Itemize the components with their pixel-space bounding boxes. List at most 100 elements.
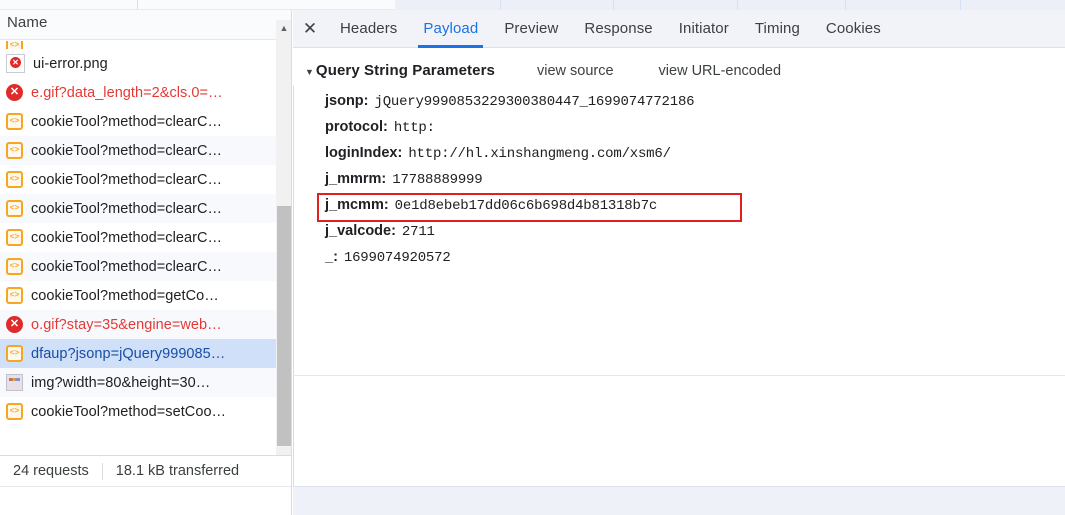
request-name: cookieTool?method=clearC…: [31, 258, 223, 275]
parameter-name: jsonp:: [325, 93, 369, 109]
script-file-icon: <>: [6, 403, 23, 420]
tab-group: Headers Payload Preview Response Initiator Ti…: [327, 10, 894, 48]
query-string-section-header[interactable]: ▼ Query String Parameters view source vi…: [293, 62, 1065, 86]
parameter-name: j_valcode:: [325, 223, 396, 239]
detail-tab-bar: ✕ Headers Payload Preview Response Initiator…: [293, 10, 1065, 48]
request-list-panel: Name <> ✕ ui-error.png ✕ e.gif?data_length=2…: [0, 10, 292, 515]
request-name: cookieTool?method=clearC…: [31, 142, 223, 159]
error-icon: ✕: [6, 84, 23, 101]
parameter-value: 0e1d8ebeb17dd06c6b698d4b81318b7c: [394, 198, 658, 214]
request-list-scrollbar[interactable]: ▲ ▼: [276, 20, 291, 469]
column-divider[interactable]: [737, 0, 738, 10]
script-file-icon: <>: [6, 171, 23, 188]
request-list-item[interactable]: <>: [0, 41, 276, 49]
view-url-encoded-link[interactable]: view URL-encoded: [659, 63, 782, 79]
request-list-item[interactable]: ✕ e.gif?data_length=2&cls.0=…: [0, 78, 276, 107]
request-list-item[interactable]: <> cookieTool?method=clearC…: [0, 165, 276, 194]
request-name: o.gif?stay=35&engine=web…: [31, 316, 222, 333]
column-divider[interactable]: [960, 0, 961, 10]
column-divider-strip: [0, 0, 1065, 10]
column-divider[interactable]: [137, 0, 138, 10]
request-list-item[interactable]: <> cookieTool?method=clearC…: [0, 136, 276, 165]
query-parameter-row[interactable]: j_valcode: 2711: [325, 223, 1065, 249]
request-name: dfaup?jsonp=jQuery999085…: [31, 345, 226, 362]
parameter-value: jQuery9990853229300380447_1699074772186: [374, 94, 695, 110]
payload-body: ▼ Query String Parameters view source vi…: [293, 48, 1065, 515]
script-file-icon: <>: [6, 41, 23, 49]
request-list[interactable]: <> ✕ ui-error.png ✕ e.gif?data_length=2&cls.…: [0, 41, 276, 465]
parameter-name: _:: [325, 249, 338, 265]
request-list-item[interactable]: <> cookieTool?method=setCoo…: [0, 397, 276, 426]
close-icon[interactable]: ✕: [293, 10, 327, 48]
parameter-name: j_mmrm:: [325, 171, 387, 187]
tab-initiator[interactable]: Initiator: [666, 10, 742, 48]
script-file-icon: <>: [6, 113, 23, 130]
column-divider[interactable]: [845, 0, 846, 10]
request-list-item[interactable]: <> cookieTool?method=clearC…: [0, 252, 276, 281]
query-parameter-row[interactable]: protocol: http:: [325, 119, 1065, 145]
request-list-item[interactable]: ✕ o.gif?stay=35&engine=web…: [0, 310, 276, 339]
script-file-icon: <>: [6, 142, 23, 159]
column-divider[interactable]: [613, 0, 614, 10]
request-list-item[interactable]: <> cookieTool?method=clearC…: [0, 107, 276, 136]
request-detail-panel: ✕ Headers Payload Preview Response Initiator…: [293, 10, 1065, 515]
request-name: e.gif?data_length=2&cls.0=…: [31, 84, 223, 101]
image-thumb: [9, 378, 20, 381]
request-name: cookieTool?method=setCoo…: [31, 403, 227, 420]
error-icon: ✕: [6, 316, 23, 333]
request-name: cookieTool?method=clearC…: [31, 171, 223, 188]
error-dot: ✕: [10, 57, 21, 68]
error-icon: ✕: [6, 54, 25, 73]
query-parameter-row[interactable]: j_mcmm: 0e1d8ebeb17dd06c6b698d4b81318b7c: [317, 193, 1065, 223]
section-title: Query String Parameters: [315, 62, 495, 79]
request-list-item[interactable]: img?width=80&height=30…: [0, 368, 276, 397]
devtools-network-panel: Name <> ✕ ui-error.png ✕ e.gif?data_length=2…: [0, 0, 1065, 515]
request-list-item[interactable]: <> cookieTool?method=clearC…: [0, 223, 276, 252]
tab-timing[interactable]: Timing: [742, 10, 813, 48]
request-count: 24 requests: [13, 463, 89, 479]
parameter-value: http://hl.xinshangmeng.com/xsm6/: [408, 146, 671, 162]
tab-preview[interactable]: Preview: [491, 10, 571, 48]
column-divider[interactable]: [500, 0, 501, 10]
query-parameter-row[interactable]: loginIndex: http://hl.xinshangmeng.com/xs…: [325, 145, 1065, 171]
script-file-icon: <>: [6, 345, 23, 362]
left-panel-footer: [0, 486, 291, 515]
network-status-bar: 24 requests 18.1 kB transferred: [0, 455, 291, 486]
parameter-value: 17788889999: [392, 172, 483, 188]
request-name: img?width=80&height=30…: [31, 374, 211, 391]
request-name: cookieTool?method=clearC…: [31, 200, 223, 217]
query-parameter-row[interactable]: j_mmrm: 17788889999: [325, 171, 1065, 197]
scrollbar-thumb[interactable]: [277, 206, 291, 446]
parameter-name: loginIndex:: [325, 145, 403, 161]
tab-payload[interactable]: Payload: [410, 10, 491, 48]
parameter-value: http:: [393, 120, 435, 136]
script-file-icon: <>: [6, 258, 23, 275]
detail-panel-footer: [293, 486, 1065, 515]
chevron-down-icon[interactable]: ▼: [305, 68, 314, 77]
name-column-label: Name: [7, 14, 48, 31]
name-column-header[interactable]: Name: [0, 10, 291, 40]
script-file-icon: <>: [6, 287, 23, 304]
request-name: cookieTool?method=clearC…: [31, 113, 223, 130]
request-name: cookieTool?method=getCo…: [31, 287, 219, 304]
tab-response[interactable]: Response: [571, 10, 665, 48]
request-list-item[interactable]: <> cookieTool?method=clearC…: [0, 194, 276, 223]
transfer-size: 18.1 kB transferred: [115, 463, 240, 479]
request-list-item[interactable]: <> dfaup?jsonp=jQuery999085…: [0, 339, 276, 368]
request-name: ui-error.png: [33, 55, 108, 72]
script-file-icon: <>: [6, 229, 23, 246]
script-file-icon: <>: [6, 200, 23, 217]
parameter-name: j_mcmm:: [325, 197, 389, 213]
tab-cookies[interactable]: Cookies: [813, 10, 894, 48]
parameter-value: 2711: [401, 224, 435, 240]
query-parameter-list: jsonp: jQuery9990853229300380447_16990747…: [293, 93, 1065, 275]
query-parameter-row[interactable]: jsonp: jQuery9990853229300380447_16990747…: [325, 93, 1065, 119]
request-list-item[interactable]: ✕ ui-error.png: [0, 49, 276, 78]
query-parameter-row[interactable]: _: 1699074920572: [325, 249, 1065, 275]
parameter-name: protocol:: [325, 119, 388, 135]
request-name: cookieTool?method=clearC…: [31, 229, 223, 246]
scroll-up-arrow[interactable]: ▲: [276, 20, 291, 36]
tab-headers[interactable]: Headers: [327, 10, 410, 48]
request-list-item[interactable]: <> cookieTool?method=getCo…: [0, 281, 276, 310]
view-source-link[interactable]: view source: [537, 63, 614, 79]
